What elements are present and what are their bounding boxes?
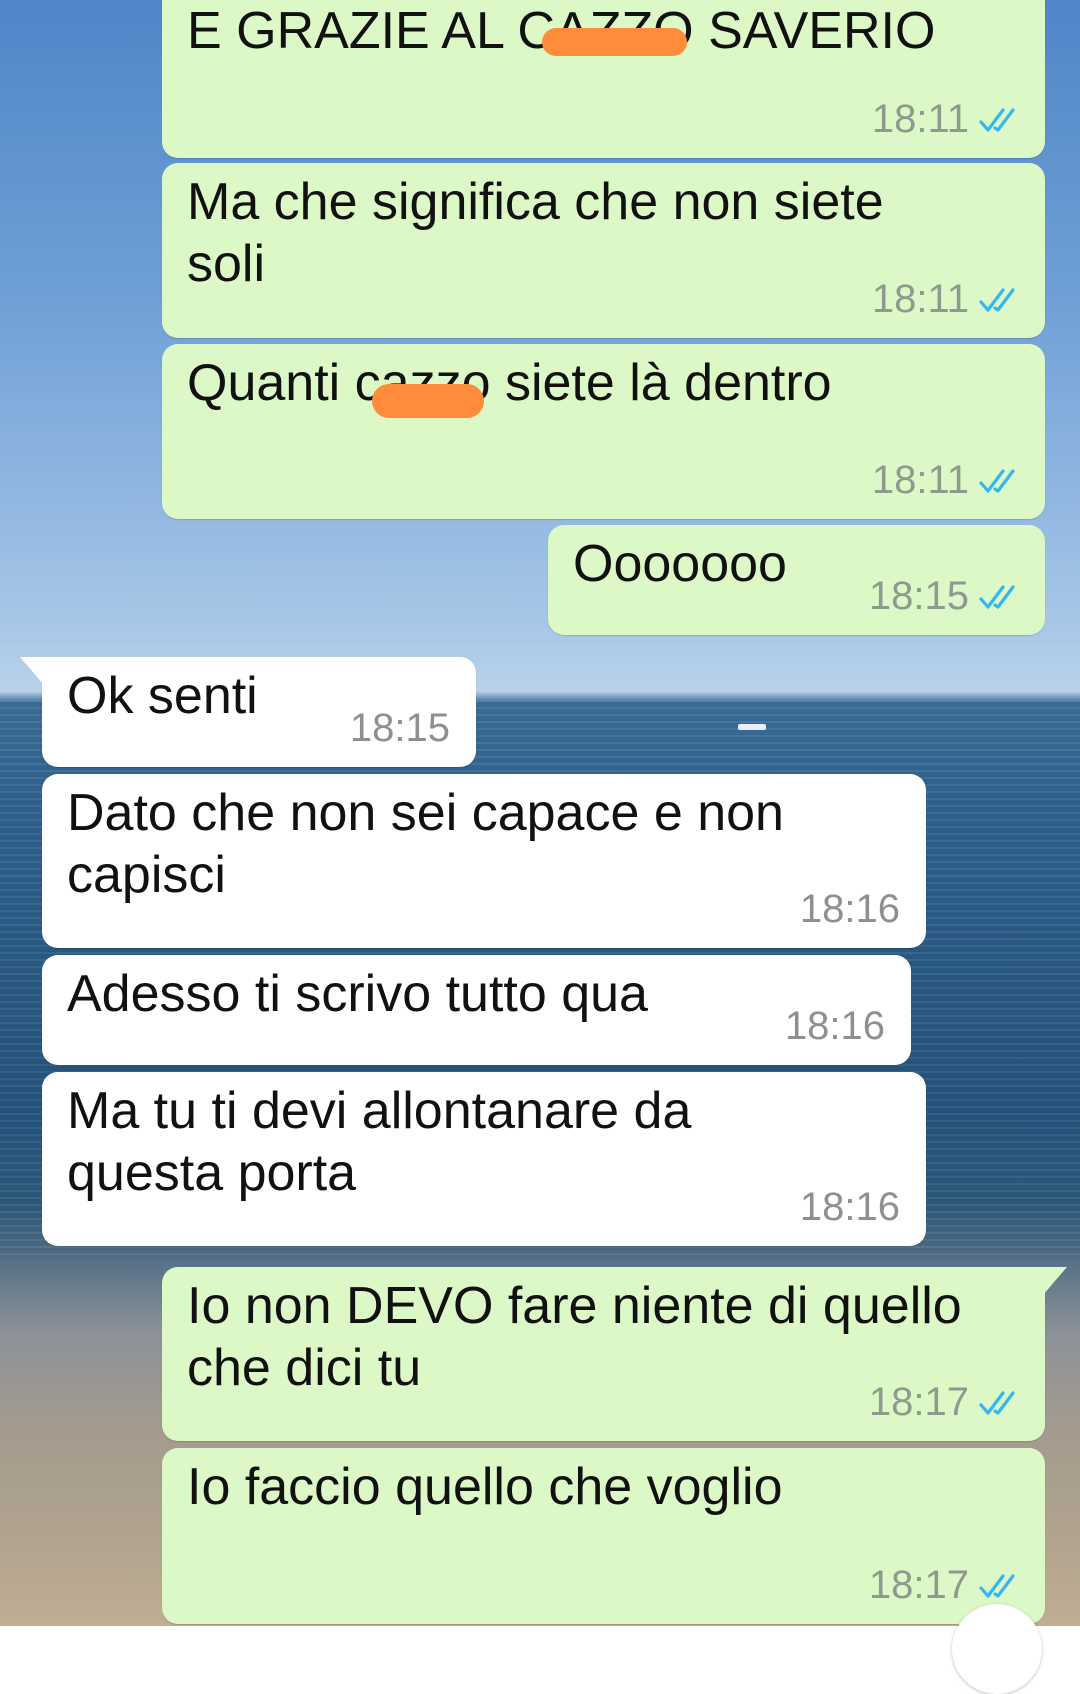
redaction-mark <box>372 384 484 418</box>
message-meta: 18:16 <box>800 887 900 932</box>
message-time: 18:16 <box>799 1185 900 1229</box>
message-time: 18:16 <box>799 887 900 931</box>
message-time: 18:11 <box>871 458 969 502</box>
message-bubble-incoming[interactable]: Adesso ti scrivo tutto qua 18:16 <box>42 955 911 1065</box>
message-time: 18:11 <box>871 277 969 321</box>
message-bubble-incoming[interactable]: Dato che non sei capace e non capisci 18… <box>42 774 926 948</box>
message-bubble-outgoing[interactable]: E GRAZIE AL CAZZO SAVERIO 18:11 <box>162 0 1045 158</box>
boat <box>738 724 766 730</box>
message-bubble-outgoing[interactable]: Ma che significa che non siete soli 18:1… <box>162 163 1045 338</box>
message-bubble-outgoing[interactable]: Quanti cazzo siete là dentro 18:11 <box>162 344 1045 519</box>
message-meta: 18:17 <box>869 1563 1023 1608</box>
message-meta: 18:11 <box>872 97 1023 142</box>
message-time: 18:17 <box>868 1563 969 1607</box>
message-text: Dato che non sei capace e non capisci <box>67 784 784 904</box>
bubble-tail <box>20 657 44 685</box>
message-bubble-outgoing[interactable]: Io non DEVO fare niente di quello che di… <box>162 1267 1067 1441</box>
message-text: Ma tu ti devi allontanare da questa port… <box>67 1082 692 1202</box>
message-meta: 18:15 <box>869 574 1023 619</box>
message-time: 18:17 <box>868 1380 969 1424</box>
message-text: Adesso ti scrivo tutto qua <box>67 965 648 1023</box>
message-time: 18:16 <box>784 1004 885 1048</box>
message-text: Io faccio quello che voglio <box>187 1458 783 1516</box>
message-bubble-outgoing[interactable]: Ooooooo 18:15 <box>548 525 1045 635</box>
double-check-icon <box>979 1390 1015 1415</box>
message-meta: 18:11 <box>872 277 1023 322</box>
message-meta: 18:16 <box>800 1185 900 1230</box>
message-meta: 18:16 <box>785 1004 885 1049</box>
double-check-icon <box>979 1573 1015 1598</box>
message-bubble-incoming[interactable]: Ok senti 18:15 <box>20 657 476 767</box>
double-check-icon <box>979 468 1015 493</box>
message-meta: 18:11 <box>872 458 1023 503</box>
message-time: 18:15 <box>868 574 969 618</box>
double-check-icon <box>979 287 1015 312</box>
bubble-tail <box>1043 1267 1067 1295</box>
redaction-mark <box>542 28 687 56</box>
double-check-icon <box>979 107 1015 132</box>
message-bubble-incoming[interactable]: Ma tu ti devi allontanare da questa port… <box>42 1072 926 1246</box>
message-meta: 18:15 <box>350 706 450 751</box>
message-time: 18:15 <box>349 706 450 750</box>
message-time: 18:11 <box>871 97 969 141</box>
message-meta: 18:17 <box>869 1380 1023 1425</box>
double-check-icon <box>979 584 1015 609</box>
scroll-down-icon[interactable] <box>952 1604 1042 1694</box>
message-bubble-outgoing[interactable]: Io faccio quello che voglio 18:17 <box>162 1448 1045 1624</box>
message-text: Quanti cazzo siete là dentro <box>187 354 832 412</box>
